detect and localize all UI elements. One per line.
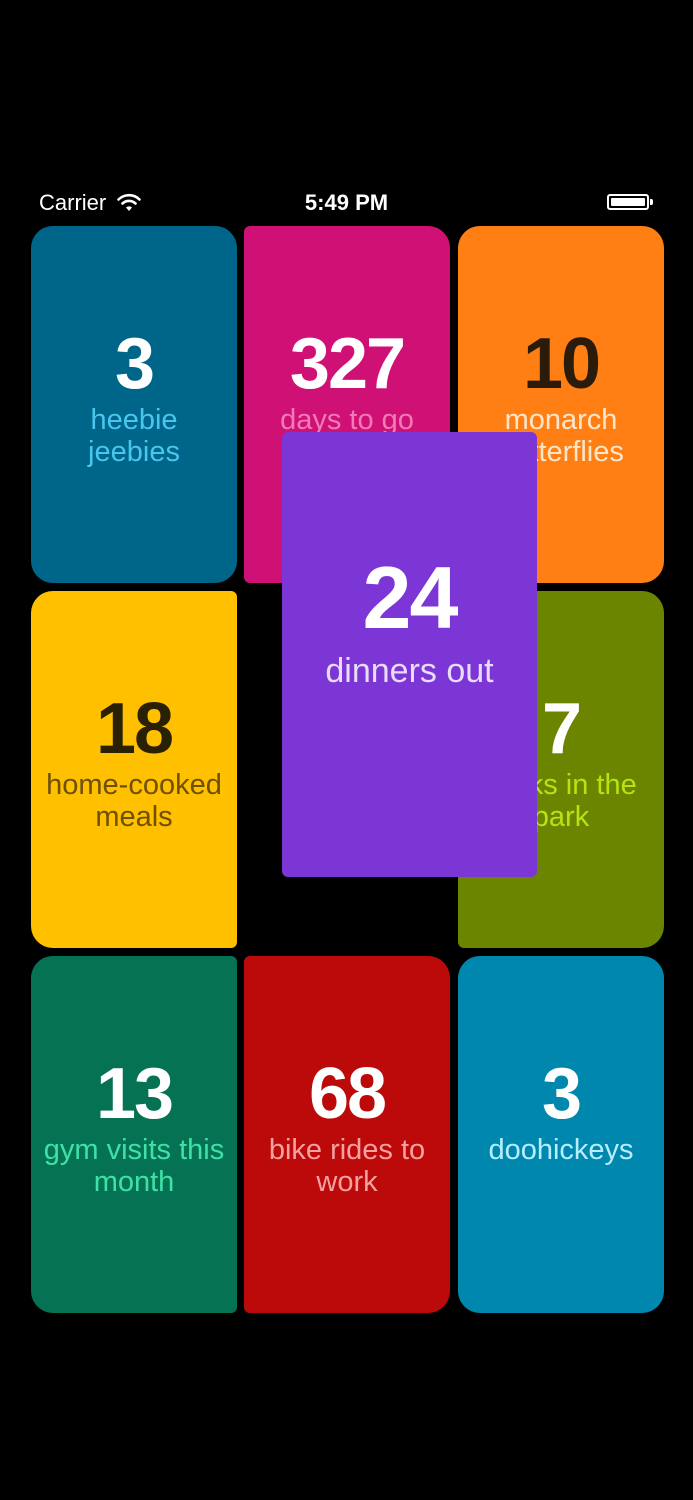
battery-icon [607,194,653,210]
tile-label: doohickeys [488,1134,634,1166]
tile-number: 24 [362,548,459,647]
tile-number: 18 [95,689,174,769]
tile-number: 13 [95,1054,174,1134]
tile-label: bike rides to work [268,1134,426,1198]
tile-label: gym visits this month [43,1134,225,1198]
tile-label: dinners out [325,652,494,690]
tile-label: heebie jeebies [88,404,180,468]
status-time: 5:49 PM [304,190,389,215]
tile-heebie-jeebies[interactable]: 3 heebie jeebies [31,226,237,583]
tile-home-cooked-meals[interactable]: 18 home-cooked meals [31,591,237,948]
tile-label: home-cooked meals [46,769,222,833]
tile-doohickeys[interactable]: 3 doohickeys [458,956,664,1313]
tile-bike-rides[interactable]: 68 bike rides to work [244,956,450,1313]
tile-number: 10 [522,324,601,404]
tile-number: 3 [114,324,155,404]
status-bar: Carrier 5:49 PM [0,185,693,221]
tile-gym-visits[interactable]: 13 gym visits this month [31,956,237,1313]
tile-number: 68 [308,1054,387,1134]
battery-fill [611,198,645,206]
tile-number: 327 [289,324,406,404]
tile-number: 3 [541,1054,582,1134]
battery-tip [650,199,653,205]
tile-dinners-out-dragging[interactable]: 24 dinners out [282,432,537,877]
